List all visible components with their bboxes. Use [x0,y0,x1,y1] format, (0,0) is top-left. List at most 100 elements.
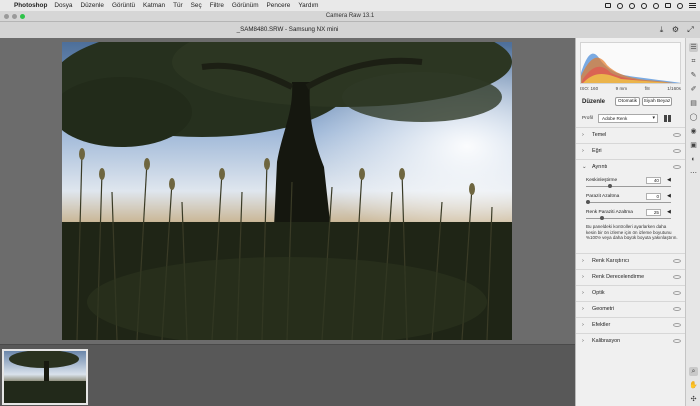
color-noise-expand-icon[interactable]: ◀ [667,209,671,215]
noise-reduction-label: Parazit Azaltma [586,194,620,199]
chevron-right-icon: › [582,274,584,280]
clock-icon[interactable] [641,2,647,9]
menu-item-window[interactable]: Pencere [267,2,291,9]
tool-strip: ☰ ⌗ ✎ ✐ ▤ ◯ ◉ ▣ ◐ ⋯ ⌕ ✋ ✣ [685,38,700,406]
eye-icon[interactable] [673,259,681,263]
gradient-icon[interactable]: ▤ [689,99,698,108]
heal-icon[interactable]: ✎ [689,71,698,80]
eye-icon[interactable] [673,133,681,137]
section-geometry[interactable]: › Geometri [576,301,686,317]
crop-icon[interactable]: ⌗ [689,57,698,66]
menu-item-layer[interactable]: Katman [143,2,165,9]
time-machine-icon[interactable] [617,2,623,9]
gear-icon[interactable]: ⚙ [671,25,680,34]
eye-icon[interactable] [673,149,681,153]
auto-button[interactable]: Otomatik [615,97,640,106]
window-titlebar: Camera Raw 13.1 [0,11,700,22]
redeye-icon[interactable]: ◉ [689,127,698,136]
image-header: _SAM8480.SRW - Samsung NX mini [0,22,575,38]
color-noise-value[interactable]: 25 [646,209,661,216]
eye-icon[interactable] [673,291,681,295]
histogram [580,42,681,84]
sharpening-slider-knob[interactable] [608,184,612,188]
profile-value: Adobe Renk [602,116,628,121]
section-optics[interactable]: › Optik [576,285,686,301]
eye-icon[interactable] [673,339,681,343]
menu-item-image[interactable]: Görüntü [112,2,135,9]
wifi-icon[interactable] [653,2,659,9]
snapshot-icon[interactable]: ▣ [689,141,698,150]
shutter-speed: 1/160s [667,86,681,91]
color-noise-slider[interactable] [586,216,671,220]
section-effects-label: Efektler [592,322,611,328]
sampler-icon[interactable]: ✣ [689,395,698,404]
sliders-icon[interactable]: ☰ [689,43,698,52]
noise-reduction-slider-knob[interactable] [586,200,590,204]
edit-panel: ISO: 160 9 mm f/8 1/160s Düzenle Otomati… [575,38,686,406]
save-icon[interactable]: ⤓ [657,25,666,34]
section-calibration-label: Kalibrasyon [592,338,621,344]
chevron-right-icon: › [582,290,584,296]
menu-item-filter[interactable]: Filtre [210,2,224,9]
sharpening-value[interactable]: 40 [646,177,661,184]
black-white-button[interactable]: Siyah Beyaz [642,97,672,106]
section-calibration[interactable]: › Kalibrasyon [576,333,686,349]
menu-bar: Photoshop Dosya Düzenle Görüntü Katman T… [0,0,700,11]
window-title: Camera Raw 13.1 [325,13,375,19]
section-curve[interactable]: › Eğri [576,143,686,159]
hand-icon[interactable]: ✋ [689,381,698,390]
radial-icon[interactable]: ◯ [689,113,698,122]
eye-icon[interactable] [673,275,681,279]
zoom-icon[interactable]: ⌕ [689,367,698,376]
section-detail-label: Ayrıntı [592,164,608,170]
brush-icon[interactable]: ✐ [689,85,698,94]
section-basic-label: Temel [592,132,607,138]
menu-item-help[interactable]: Yardım [298,2,318,9]
sync-icon[interactable] [629,2,635,9]
menu-item-type[interactable]: Tür [173,2,183,9]
section-effects[interactable]: › Efektler [576,317,686,333]
chevron-right-icon: › [582,338,584,344]
search-icon[interactable] [677,2,683,9]
profile-select[interactable]: Adobe Renk ▾ [598,114,658,123]
aperture-value: f/8 [644,86,650,91]
noise-reduction-slider[interactable] [586,200,671,204]
camera-info: ISO: 160 9 mm f/8 1/160s [580,86,681,91]
menu-item-select[interactable]: Seç [191,2,202,9]
noise-reduction-expand-icon[interactable]: ◀ [667,193,671,199]
screen-icon[interactable] [605,3,611,8]
section-detail[interactable]: ⌄ Ayrıntı [576,159,686,175]
control-center-icon[interactable] [689,3,696,8]
battery-icon[interactable] [665,3,671,8]
color-noise-label: Renk Paraziti Azaltma [586,210,633,215]
chevron-right-icon: › [582,132,584,138]
menu-item-file[interactable]: Dosya [54,2,72,9]
sharpening-slider[interactable] [586,184,671,188]
more-icon[interactable]: ⋯ [689,169,698,178]
menu-item-view[interactable]: Görünüm [232,2,259,9]
section-basic[interactable]: › Temel [576,127,686,143]
noise-reduction-value[interactable]: 0 [646,193,661,200]
section-color-mixer-label: Renk Karıştırıcı [592,258,630,264]
chevron-down-icon: ⌄ [582,164,587,170]
edit-title: Düzenle [582,99,606,105]
section-color-mixer[interactable]: › Renk Karıştırıcı [576,253,686,269]
menu-app-name[interactable]: Photoshop [14,2,47,9]
section-curve-label: Eğri [592,148,602,154]
fullscreen-icon[interactable]: ⤢ [686,25,695,34]
section-color-grading[interactable]: › Renk Derecelendirme [576,269,686,285]
presets-icon[interactable]: ◐ [689,155,698,164]
menu-item-edit[interactable]: Düzenle [81,2,104,9]
color-noise-slider-knob[interactable] [600,216,604,220]
sharpening-expand-icon[interactable]: ◀ [667,177,671,183]
photo-preview[interactable] [62,42,512,340]
eye-icon[interactable] [673,307,681,311]
sharpening-label: Keskinleştirme [586,178,618,183]
preview-canvas[interactable] [0,38,575,344]
filmstrip-thumbnail[interactable] [2,349,88,405]
eye-icon[interactable] [673,323,681,327]
section-optics-label: Optik [592,290,605,296]
profile-browser-icon[interactable] [664,115,671,122]
profile-label: Profil [582,116,593,121]
eye-icon[interactable] [673,165,681,169]
